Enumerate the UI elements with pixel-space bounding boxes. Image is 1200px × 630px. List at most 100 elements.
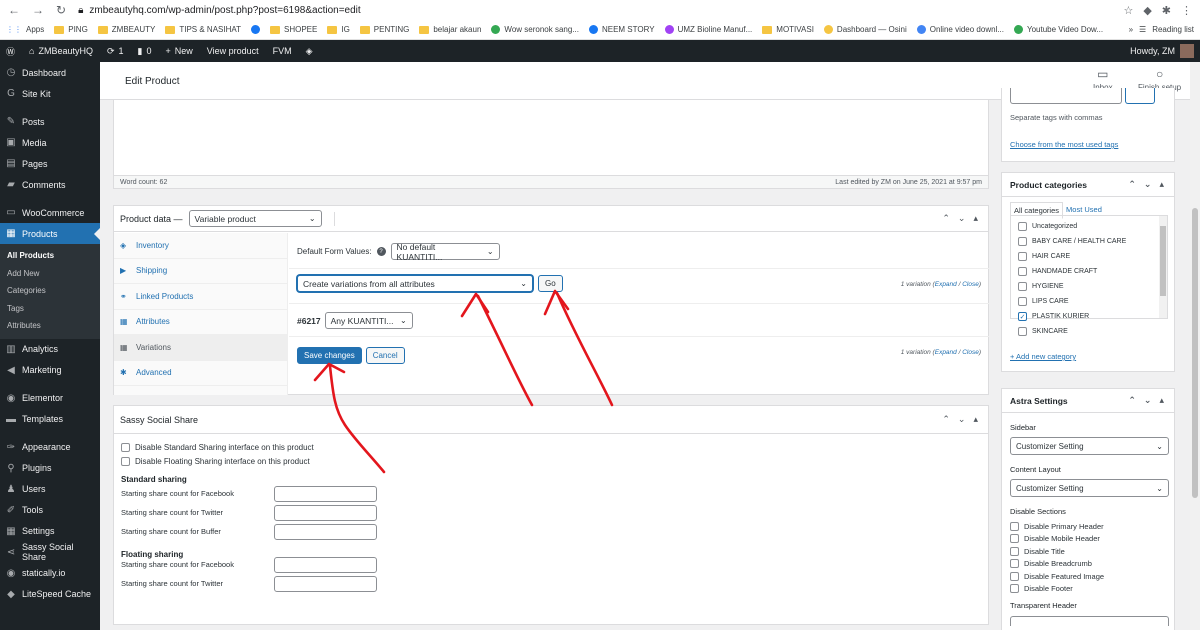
- sidebar-item-media[interactable]: ▣ Media: [0, 132, 100, 153]
- submenu-item-attributes[interactable]: Attributes: [0, 317, 100, 335]
- disable-standard-option[interactable]: Disable Standard Sharing interface on th…: [121, 440, 988, 454]
- disable-section-option[interactable]: Disable Mobile Header: [1010, 533, 1174, 546]
- bookmark-item[interactable]: SHOPEE: [270, 25, 317, 34]
- checkbox[interactable]: [1018, 297, 1027, 306]
- help-icon[interactable]: ?: [376, 247, 386, 256]
- sidebar-item-users[interactable]: ♟ Users: [0, 479, 100, 500]
- bookmark-item[interactable]: TIPS & NASIHAT: [165, 25, 241, 34]
- checkbox[interactable]: [1018, 237, 1027, 246]
- forward-icon[interactable]: →: [32, 3, 44, 17]
- disable-floating-option[interactable]: Disable Floating Sharing interface on th…: [121, 454, 988, 468]
- bookmark-item[interactable]: PING: [54, 25, 88, 34]
- disable-section-option[interactable]: Disable Breadcrumb: [1010, 558, 1174, 571]
- star-icon[interactable]: ☆: [1123, 4, 1133, 17]
- sidebar-item-products[interactable]: ▦ Products: [0, 223, 100, 244]
- share-count-input[interactable]: [274, 523, 377, 540]
- disable-section-option[interactable]: Disable Footer: [1010, 583, 1174, 596]
- view-product-link[interactable]: View product: [207, 46, 259, 56]
- content-editor[interactable]: [113, 100, 989, 176]
- move-down-icon[interactable]: ⌄: [1144, 179, 1152, 190]
- product-type-select[interactable]: Variable product ⌄: [188, 210, 322, 227]
- sidebar-item-dashboard[interactable]: ◷ Dashboard: [0, 62, 100, 83]
- share-count-input[interactable]: [274, 556, 377, 573]
- move-down-icon[interactable]: ⌄: [958, 414, 966, 425]
- submenu-item-categories[interactable]: Categories: [0, 282, 100, 300]
- sidebar-item-litespeed-cache[interactable]: ◆ LiteSpeed Cache: [0, 584, 100, 605]
- checkbox[interactable]: ✓: [1018, 312, 1027, 321]
- tab-variations[interactable]: ▦ Variations: [114, 335, 287, 361]
- bookmark-item[interactable]: IG: [327, 25, 350, 34]
- menu-icon[interactable]: ⋮: [1181, 4, 1192, 17]
- bookmark-item[interactable]: Dashboard — Osini: [823, 25, 907, 34]
- scrollbar-thumb[interactable]: [1160, 226, 1166, 296]
- choose-tags-link[interactable]: Choose from the most used tags: [1010, 140, 1118, 149]
- checkbox[interactable]: [121, 442, 130, 452]
- sidebar-item-templates[interactable]: ▬ Templates: [0, 409, 100, 430]
- category-item[interactable]: BABY CARE / HEALTH CARE: [1011, 234, 1167, 249]
- category-item[interactable]: HAIR CARE: [1011, 249, 1167, 264]
- bookmark-item[interactable]: Wow seronok sang...: [491, 25, 579, 34]
- category-item[interactable]: HYGIENE: [1011, 279, 1167, 294]
- share-count-input[interactable]: [274, 575, 377, 592]
- disable-section-option[interactable]: Disable Featured Image: [1010, 570, 1174, 583]
- sidebar-item-posts[interactable]: ✎ Posts: [0, 111, 100, 132]
- scrollbar[interactable]: [1159, 216, 1167, 318]
- move-up-icon[interactable]: ⌃: [1128, 179, 1136, 190]
- tab-advanced[interactable]: ✱ Advanced: [114, 361, 287, 386]
- bookmark-item[interactable]: Online video downl...: [916, 25, 1004, 34]
- sidebar-item-plugins[interactable]: ⚲ Plugins: [0, 458, 100, 479]
- sidebar-item-analytics[interactable]: ▥ Analytics: [0, 339, 100, 360]
- go-button[interactable]: Go: [538, 275, 563, 292]
- sidebar-item-appearance[interactable]: ✑ Appearance: [0, 437, 100, 458]
- checkbox[interactable]: [1010, 534, 1019, 544]
- submenu-item-add-new[interactable]: Add New: [0, 265, 100, 283]
- back-icon[interactable]: ←: [8, 3, 20, 17]
- transparent-header-select[interactable]: [1010, 616, 1169, 626]
- checkbox[interactable]: [1010, 546, 1019, 556]
- sidebar-item-woocommerce[interactable]: ▭ WooCommerce: [0, 202, 100, 223]
- disable-section-option[interactable]: Disable Primary Header: [1010, 520, 1174, 533]
- checkbox[interactable]: [1010, 521, 1019, 531]
- checkbox[interactable]: [121, 456, 130, 466]
- sidebar-item-pages[interactable]: ▤ Pages: [0, 153, 100, 174]
- checkbox[interactable]: [1010, 571, 1019, 581]
- move-up-icon[interactable]: ⌃: [942, 213, 950, 224]
- checkbox[interactable]: [1018, 267, 1027, 276]
- sidebar-item-comments[interactable]: ▰ Comments: [0, 174, 100, 195]
- share-count-input[interactable]: [274, 504, 377, 521]
- category-item[interactable]: SKINCARE: [1011, 324, 1167, 339]
- submenu-item-all-products[interactable]: All Products: [0, 247, 100, 265]
- category-item[interactable]: ✓ PLASTIK KURIER: [1011, 309, 1167, 324]
- default-form-values-select[interactable]: No default KUANTITI... ⌄: [390, 242, 500, 262]
- tag-input[interactable]: [1010, 88, 1122, 104]
- bulk-action-select[interactable]: Create variations from all attributes ⌄: [297, 275, 533, 292]
- bookmark-item[interactable]: MOTIVASI: [762, 25, 814, 34]
- add-category-link[interactable]: + Add new category: [1010, 352, 1076, 361]
- wordpress-logo-icon[interactable]: Ⓦ: [6, 45, 15, 58]
- checkbox[interactable]: [1010, 584, 1019, 594]
- move-down-icon[interactable]: ⌄: [1144, 395, 1152, 406]
- page-scrollbar-thumb[interactable]: [1192, 208, 1198, 498]
- category-item[interactable]: LIPS CARE: [1011, 294, 1167, 309]
- content-layout-select[interactable]: Customizer Setting ⌄: [1010, 479, 1169, 497]
- sidebar-item-sassy-social-share[interactable]: ⋖ Sassy Social Share: [0, 542, 100, 563]
- move-up-icon[interactable]: ⌃: [942, 414, 950, 425]
- tab-inventory[interactable]: ◈ Inventory: [114, 233, 287, 259]
- move-down-icon[interactable]: ⌄: [958, 213, 966, 224]
- expand-link[interactable]: Expand: [935, 281, 957, 288]
- bookmark-item[interactable]: [251, 25, 260, 34]
- sidebar-item-site-kit[interactable]: G Site Kit: [0, 83, 100, 104]
- address-bar[interactable]: 🔒︎ zmbeautyhq.com/wp-admin/post.php?post…: [78, 5, 361, 16]
- more-bookmarks-icon[interactable]: »: [1129, 25, 1133, 34]
- puzzle-icon[interactable]: ✱: [1162, 4, 1171, 17]
- checkbox[interactable]: [1018, 252, 1027, 261]
- share-count-input[interactable]: [274, 485, 377, 502]
- submenu-item-tags[interactable]: Tags: [0, 300, 100, 318]
- close-link[interactable]: Close: [962, 281, 979, 288]
- tab-attributes[interactable]: ▦ Attributes: [114, 310, 287, 335]
- extension-icon[interactable]: ◆: [1143, 4, 1151, 17]
- save-changes-button[interactable]: Save changes: [297, 347, 362, 364]
- sidebar-item-tools[interactable]: ✐ Tools: [0, 500, 100, 521]
- cancel-button[interactable]: Cancel: [365, 347, 405, 364]
- sidebar-item-statically-io[interactable]: ◉ statically.io: [0, 563, 100, 584]
